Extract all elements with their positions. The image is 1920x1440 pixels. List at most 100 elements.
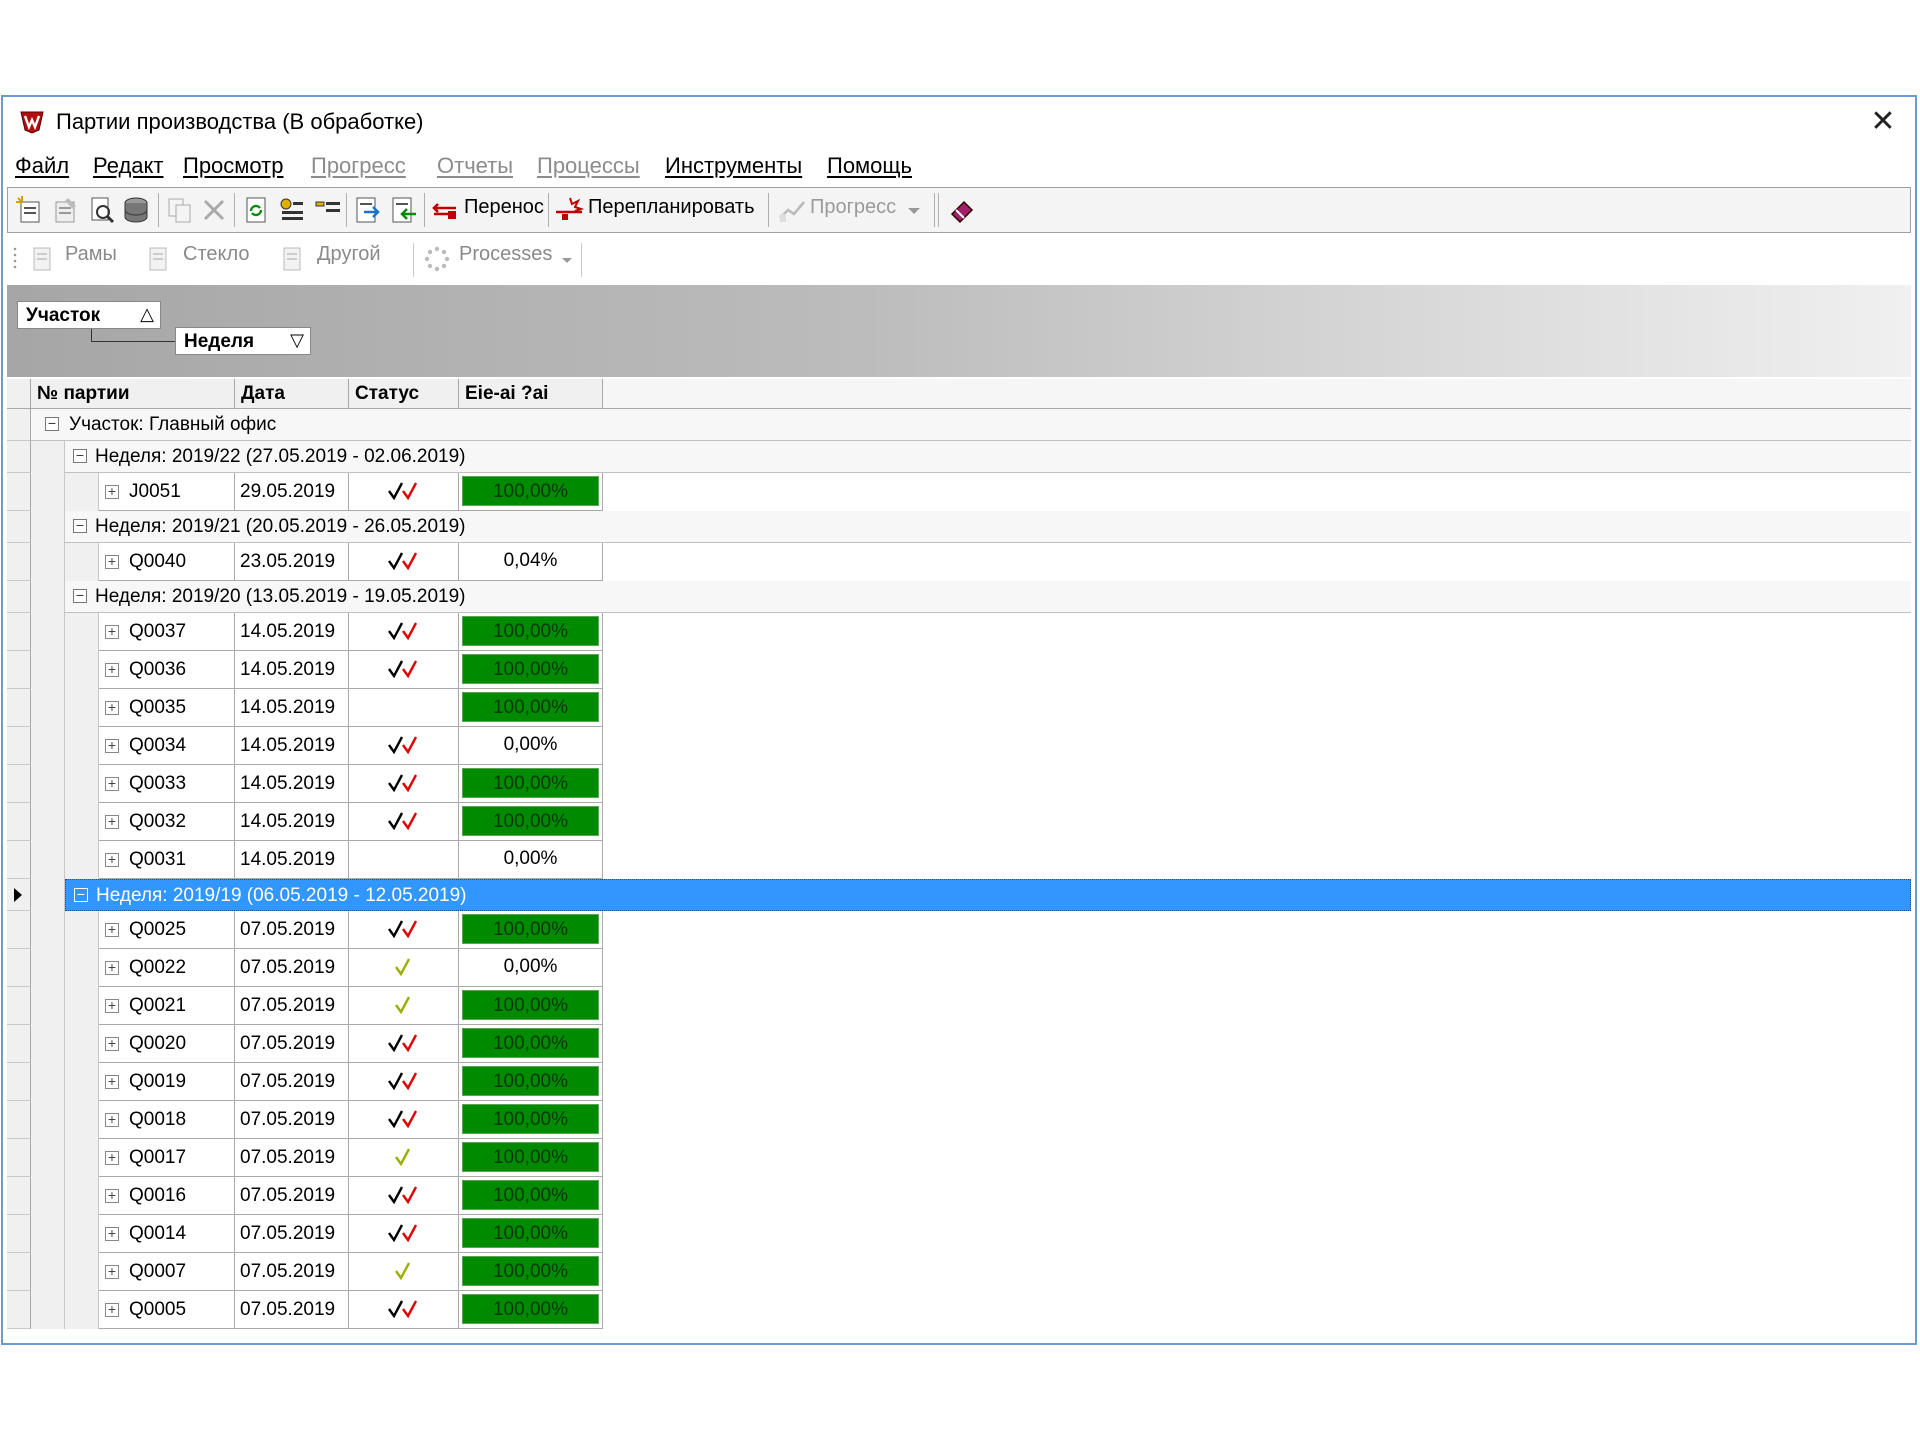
columns-icon[interactable] (312, 194, 344, 226)
expand-icon[interactable]: + (105, 1074, 119, 1089)
progress-cell[interactable]: 100,00% (459, 613, 603, 651)
chevron-down-icon[interactable] (904, 194, 924, 226)
date-cell[interactable]: 07.05.2019 (235, 987, 349, 1025)
chevron-down-icon[interactable] (559, 243, 575, 275)
progress-cell[interactable]: 100,00% (459, 1025, 603, 1063)
row-indicator[interactable] (7, 911, 31, 949)
batch-number-cell[interactable]: + Q0017 (99, 1139, 235, 1177)
date-cell[interactable]: 14.05.2019 (235, 689, 349, 727)
status-cell[interactable] (349, 949, 459, 987)
date-cell[interactable]: 07.05.2019 (235, 1253, 349, 1291)
date-cell[interactable]: 23.05.2019 (235, 543, 349, 581)
progress-cell[interactable]: 100,00% (459, 1063, 603, 1101)
status-cell[interactable] (349, 1025, 459, 1063)
row-indicator[interactable] (7, 1101, 31, 1139)
refresh-icon[interactable] (240, 194, 272, 226)
date-cell[interactable]: 14.05.2019 (235, 613, 349, 651)
batch-number-cell[interactable]: + Q0021 (99, 987, 235, 1025)
settings-list-icon[interactable] (276, 194, 308, 226)
group-chip-week[interactable]: Неделя ▽ (175, 327, 311, 355)
status-cell[interactable] (349, 1177, 459, 1215)
status-cell[interactable] (349, 911, 459, 949)
row-indicator[interactable] (7, 511, 31, 543)
status-cell[interactable] (349, 841, 459, 879)
expand-icon[interactable]: + (105, 738, 119, 753)
row-indicator[interactable] (7, 689, 31, 727)
progress-cell[interactable]: 100,00% (459, 911, 603, 949)
batch-number-cell[interactable]: + Q0014 (99, 1215, 235, 1253)
expand-icon[interactable]: + (105, 662, 119, 677)
status-cell[interactable] (349, 1215, 459, 1253)
row-indicator[interactable] (7, 581, 31, 613)
batch-number-cell[interactable]: + Q0035 (99, 689, 235, 727)
date-cell[interactable]: 29.05.2019 (235, 473, 349, 511)
menu-item-3[interactable]: Прогресс (311, 153, 406, 179)
menu-item-6[interactable]: Инструменты (665, 153, 802, 179)
status-cell[interactable] (349, 1253, 459, 1291)
batch-number-cell[interactable]: + Q0040 (99, 543, 235, 581)
group-chip-area[interactable]: Участок △ (17, 301, 161, 329)
glass-icon[interactable] (143, 243, 175, 275)
progress-cell[interactable]: 100,00% (459, 1101, 603, 1139)
column-header-date[interactable]: Дата (235, 379, 349, 409)
glass-button[interactable]: Стекло (183, 243, 250, 266)
date-cell[interactable]: 07.05.2019 (235, 949, 349, 987)
menu-item-2[interactable]: Просмотр (183, 153, 283, 179)
menu-item-5[interactable]: Процессы (537, 153, 640, 179)
column-header-extra[interactable]: Eie-ai ?ai (459, 379, 603, 409)
section-group-row[interactable]: − Участок: Главный офис (31, 409, 1911, 441)
import-icon[interactable] (388, 194, 420, 226)
row-indicator[interactable] (7, 613, 31, 651)
status-cell[interactable] (349, 473, 459, 511)
status-cell[interactable] (349, 987, 459, 1025)
processes-icon[interactable] (421, 243, 453, 275)
status-cell[interactable] (349, 803, 459, 841)
progress-cell[interactable]: 100,00% (459, 987, 603, 1025)
batch-number-cell[interactable]: + Q0016 (99, 1177, 235, 1215)
row-indicator[interactable] (7, 409, 31, 441)
frames-button[interactable]: Рамы (65, 243, 117, 266)
expand-icon[interactable]: + (105, 1264, 119, 1279)
expand-icon[interactable]: + (105, 852, 119, 867)
batch-number-cell[interactable]: + Q0022 (99, 949, 235, 987)
batch-number-cell[interactable]: + Q0019 (99, 1063, 235, 1101)
date-cell[interactable]: 07.05.2019 (235, 1139, 349, 1177)
column-header-batch[interactable]: № партии (31, 379, 235, 409)
week-group-row[interactable]: − Неделя: 2019/20 (13.05.2019 - 19.05.201… (65, 581, 1911, 613)
progress-cell[interactable]: 100,00% (459, 1215, 603, 1253)
date-cell[interactable]: 07.05.2019 (235, 1101, 349, 1139)
date-cell[interactable]: 14.05.2019 (235, 803, 349, 841)
preview-icon[interactable] (86, 194, 118, 226)
row-indicator[interactable] (7, 651, 31, 689)
grip-icon[interactable] (11, 243, 19, 275)
expand-icon[interactable]: + (105, 1188, 119, 1203)
progress-icon[interactable] (776, 194, 808, 226)
menu-item-0[interactable]: Файл (15, 153, 69, 179)
batch-number-cell[interactable]: + Q0005 (99, 1291, 235, 1329)
eraser-icon[interactable] (946, 194, 978, 226)
expand-icon[interactable]: + (105, 1112, 119, 1127)
expand-icon[interactable]: + (105, 814, 119, 829)
progress-cell[interactable]: 100,00% (459, 1139, 603, 1177)
row-indicator[interactable] (7, 441, 31, 473)
progress-cell[interactable]: 100,00% (459, 1253, 603, 1291)
menu-item-1[interactable]: Редакт (93, 153, 163, 179)
progress-cell[interactable]: 0,04% (459, 543, 603, 581)
expand-icon[interactable]: + (105, 554, 119, 569)
status-cell[interactable] (349, 1139, 459, 1177)
batch-number-cell[interactable]: + Q0007 (99, 1253, 235, 1291)
progress-cell[interactable]: 100,00% (459, 1291, 603, 1329)
progress-cell[interactable]: 100,00% (459, 473, 603, 511)
progress-cell[interactable]: 0,00% (459, 727, 603, 765)
row-indicator[interactable] (7, 803, 31, 841)
batch-number-cell[interactable]: + Q0037 (99, 613, 235, 651)
export-icon[interactable] (352, 194, 384, 226)
collapse-icon[interactable]: − (45, 416, 59, 431)
menu-item-7[interactable]: Помощь (827, 153, 912, 179)
copy-icon[interactable] (164, 194, 196, 226)
expand-icon[interactable]: + (105, 624, 119, 639)
status-cell[interactable] (349, 613, 459, 651)
date-cell[interactable]: 07.05.2019 (235, 1215, 349, 1253)
date-cell[interactable]: 07.05.2019 (235, 1177, 349, 1215)
week-group-row[interactable]: − Неделя: 2019/21 (20.05.2019 - 26.05.201… (65, 511, 1911, 543)
